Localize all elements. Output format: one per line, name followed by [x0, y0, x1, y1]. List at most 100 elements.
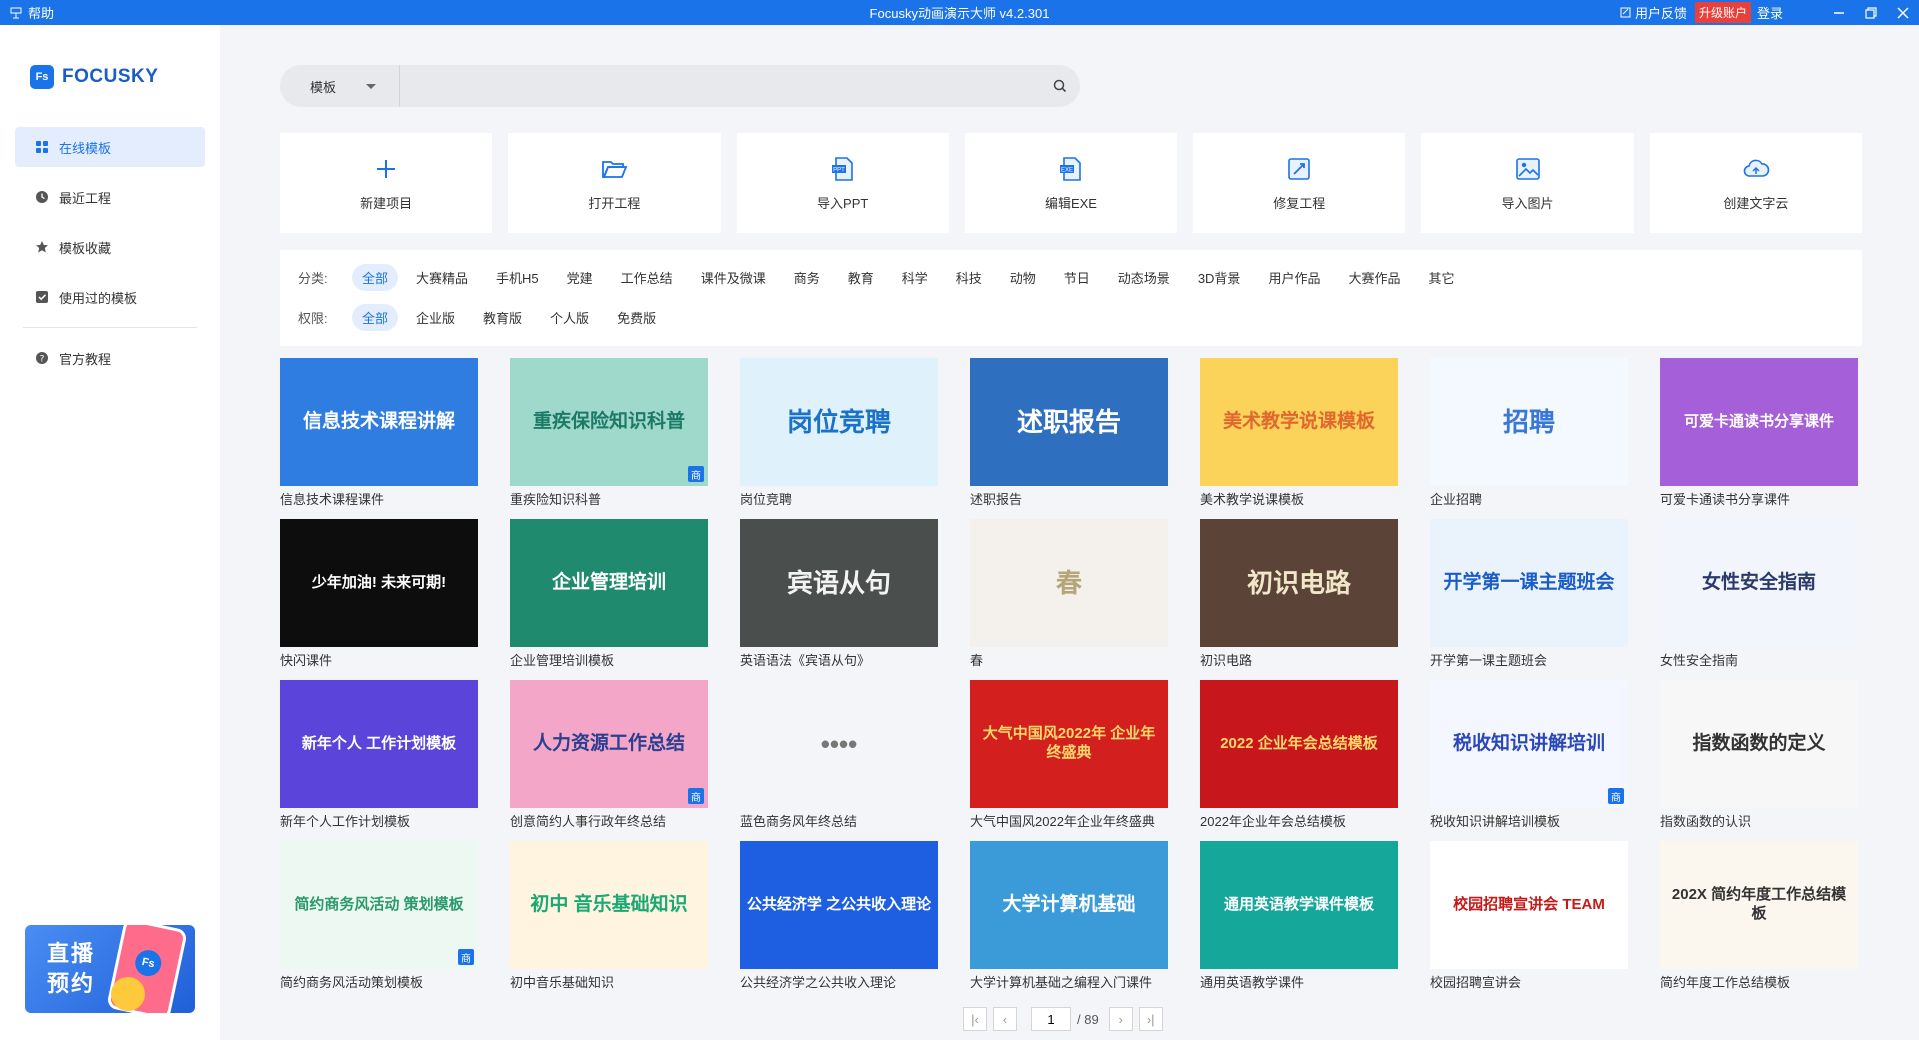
permission-tag[interactable]: 免费版	[607, 304, 666, 331]
category-tag[interactable]: 用户作品	[1258, 264, 1330, 291]
category-tag[interactable]: 科学	[892, 264, 938, 291]
template-thumbnail[interactable]: 公共经济学 之公共收入理论	[740, 841, 938, 969]
open-project-button[interactable]: 打开工程	[508, 133, 721, 233]
category-tag[interactable]: 商务	[784, 264, 830, 291]
template-card[interactable]: 简约商务风活动 策划模板商简约商务风活动策划模板	[280, 841, 478, 990]
prev-page-button[interactable]: ‹	[993, 1007, 1017, 1031]
template-thumbnail[interactable]: 岗位竞聘	[740, 358, 938, 486]
category-tag[interactable]: 党建	[557, 264, 603, 291]
template-thumbnail[interactable]: 初识电路	[1200, 519, 1398, 647]
live-booking-banner[interactable]: 直播 预约 Fs	[25, 925, 195, 1013]
template-card[interactable]: 税收知识讲解培训商税收知识讲解培训模板	[1430, 680, 1628, 829]
template-card[interactable]: 公共经济学 之公共收入理论 公共经济学之公共收入理论	[740, 841, 938, 990]
template-card[interactable]: 指数函数的定义 指数函数的认识	[1660, 680, 1858, 829]
first-page-button[interactable]: |‹	[963, 1007, 987, 1031]
sidebar-item-favorites[interactable]: 模板收藏	[15, 227, 205, 267]
search-input[interactable]	[400, 66, 1040, 106]
template-thumbnail[interactable]: 简约商务风活动 策划模板商	[280, 841, 478, 969]
template-card[interactable]: 美术教学说课模板 美术教学说课模板	[1200, 358, 1398, 507]
template-card[interactable]: 宾语从句 英语语法《宾语从句》	[740, 519, 938, 668]
template-thumbnail[interactable]: 少年加油! 未来可期!	[280, 519, 478, 647]
template-thumbnail[interactable]: ••••	[740, 680, 938, 808]
template-thumbnail[interactable]: 202X 简约年度工作总结模板	[1660, 841, 1858, 969]
edit-exe-button[interactable]: EXE 编辑EXE	[964, 133, 1178, 233]
template-thumbnail[interactable]: 人力资源工作总结商	[510, 680, 708, 808]
template-card[interactable]: 202X 简约年度工作总结模板 简约年度工作总结模板	[1660, 841, 1858, 990]
permission-tag[interactable]: 教育版	[473, 304, 532, 331]
template-card[interactable]: 开学第一课主题班会 开学第一课主题班会	[1430, 519, 1628, 668]
search-scope-select[interactable]: 模板	[280, 65, 400, 107]
template-card[interactable]: •••• 蓝色商务风年终总结	[740, 680, 938, 829]
category-tag[interactable]: 其它	[1418, 264, 1464, 291]
sidebar-item-recent-projects[interactable]: 最近工程	[15, 177, 205, 217]
template-thumbnail[interactable]: 信息技术课程讲解	[280, 358, 478, 486]
template-thumbnail[interactable]: 开学第一课主题班会	[1430, 519, 1628, 647]
category-tag[interactable]: 工作总结	[611, 264, 683, 291]
upgrade-button[interactable]: 升级账户	[1694, 2, 1751, 23]
template-thumbnail[interactable]: 2022 企业年会总结模板	[1200, 680, 1398, 808]
permission-tag[interactable]: 企业版	[406, 304, 465, 331]
template-thumbnail[interactable]: 大气中国风2022年 企业年终盛典	[970, 680, 1168, 808]
category-tag[interactable]: 课件及微课	[691, 264, 776, 291]
template-thumbnail[interactable]: 春	[970, 519, 1168, 647]
category-tag[interactable]: 大赛作品	[1338, 264, 1410, 291]
new-project-button[interactable]: 新建项目	[280, 133, 493, 233]
template-card[interactable]: 企业管理培训 企业管理培训模板	[510, 519, 708, 668]
template-card[interactable]: 春春	[970, 519, 1168, 668]
category-tag[interactable]: 手机H5	[486, 264, 549, 291]
login-link[interactable]: 登录	[1757, 3, 1783, 22]
template-card[interactable]: 人力资源工作总结商创意简约人事行政年终总结	[510, 680, 708, 829]
template-card[interactable]: 述职报告 述职报告	[970, 358, 1168, 507]
template-card[interactable]: 可爱卡通读书分享课件 可爱卡通读书分享课件	[1660, 358, 1858, 507]
template-card[interactable]: 信息技术课程讲解 信息技术课程课件	[280, 358, 478, 507]
category-tag[interactable]: 动物	[1000, 264, 1046, 291]
close-button[interactable]	[1887, 0, 1919, 25]
template-card[interactable]: 2022 企业年会总结模板 2022年企业年会总结模板	[1200, 680, 1398, 829]
template-card[interactable]: 大学计算机基础 大学计算机基础之编程入门课件	[970, 841, 1168, 990]
template-thumbnail[interactable]: 宾语从句	[740, 519, 938, 647]
category-tag[interactable]: 科技	[946, 264, 992, 291]
restore-button[interactable]	[1855, 0, 1887, 25]
minimize-button[interactable]	[1823, 0, 1855, 25]
template-thumbnail[interactable]: 述职报告	[970, 358, 1168, 486]
import-image-button[interactable]: 导入图片	[1421, 133, 1634, 233]
template-thumbnail[interactable]: 企业管理培训	[510, 519, 708, 647]
sidebar-item-used-templates[interactable]: 使用过的模板	[15, 277, 205, 317]
feedback-link[interactable]: 用户反馈	[1620, 3, 1687, 22]
category-tag[interactable]: 3D背景	[1188, 264, 1251, 291]
template-card[interactable]: 招聘 企业招聘	[1430, 358, 1628, 507]
template-card[interactable]: 岗位竞聘 岗位竞聘	[740, 358, 938, 507]
create-word-cloud-button[interactable]: 创建文字云	[1649, 133, 1862, 233]
template-card[interactable]: 新年个人 工作计划模板 新年个人工作计划模板	[280, 680, 478, 829]
template-card[interactable]: 初中 音乐基础知识 初中音乐基础知识	[510, 841, 708, 990]
template-thumbnail[interactable]: 可爱卡通读书分享课件	[1660, 358, 1858, 486]
next-page-button[interactable]: ›	[1108, 1007, 1133, 1031]
permission-tag[interactable]: 全部	[352, 303, 399, 331]
template-card[interactable]: 通用英语教学课件模板 通用英语教学课件	[1200, 841, 1398, 990]
page-number-input[interactable]	[1031, 1007, 1071, 1031]
import-ppt-button[interactable]: PPT 导入PPT	[736, 133, 949, 233]
template-card[interactable]: 校园招聘宣讲会 TEAM 校园招聘宣讲会	[1430, 841, 1628, 990]
category-tag[interactable]: 节日	[1054, 264, 1100, 291]
category-tag[interactable]: 大赛精品	[406, 264, 478, 291]
sidebar-item-online-templates[interactable]: 在线模板	[15, 127, 205, 167]
category-tag[interactable]: 全部	[352, 263, 399, 291]
template-card[interactable]: 女性安全指南 女性安全指南	[1660, 519, 1858, 668]
template-thumbnail[interactable]: 大学计算机基础	[970, 841, 1168, 969]
sidebar-item-tutorials[interactable]: ? 官方教程	[15, 338, 205, 378]
template-thumbnail[interactable]: 重疾保险知识科普商	[510, 358, 708, 486]
template-thumbnail[interactable]: 招聘	[1430, 358, 1628, 486]
search-button[interactable]	[1040, 79, 1080, 93]
template-thumbnail[interactable]: 校园招聘宣讲会 TEAM	[1430, 841, 1628, 969]
permission-tag[interactable]: 个人版	[540, 304, 599, 331]
template-card[interactable]: 大气中国风2022年 企业年终盛典 大气中国风2022年企业年终盛典	[970, 680, 1168, 829]
template-thumbnail[interactable]: 女性安全指南	[1660, 519, 1858, 647]
template-thumbnail[interactable]: 指数函数的定义	[1660, 680, 1858, 808]
template-thumbnail[interactable]: 通用英语教学课件模板	[1200, 841, 1398, 969]
last-page-button[interactable]: ›|	[1138, 1007, 1163, 1031]
help-menu[interactable]: 帮助	[0, 3, 54, 22]
template-thumbnail[interactable]: 美术教学说课模板	[1200, 358, 1398, 486]
template-card[interactable]: 少年加油! 未来可期! 快闪课件	[280, 519, 478, 668]
template-thumbnail[interactable]: 税收知识讲解培训商	[1430, 680, 1628, 808]
repair-project-button[interactable]: 修复工程	[1193, 133, 1406, 233]
